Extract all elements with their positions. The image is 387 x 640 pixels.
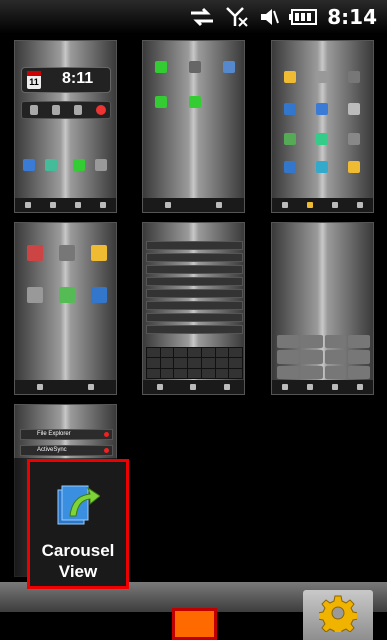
thumb-toolbar	[143, 198, 244, 212]
thumbnail-today-screen[interactable]: 11 8:11	[14, 40, 117, 213]
task-item-label: File Explorer	[37, 431, 71, 437]
status-bar: 8:14	[0, 0, 387, 34]
dialer-keypad	[277, 335, 370, 379]
quick-toggles	[21, 101, 111, 119]
carousel-view-button[interactable]: Carousel View	[27, 459, 129, 589]
thumbnail-app-grid[interactable]	[271, 40, 374, 213]
date-tile: 11	[27, 71, 41, 89]
calendar-grid	[146, 347, 243, 379]
clock-time: 8:14	[327, 5, 377, 29]
widget-time: 8:11	[62, 70, 94, 87]
clock-widget: 11 8:11	[21, 67, 111, 93]
thumb-toolbar	[272, 380, 373, 394]
carousel-view-icon	[56, 480, 101, 528]
thumb-toolbar	[143, 380, 244, 394]
sync-arrows-icon	[189, 6, 215, 28]
thumbnail-start-menu[interactable]	[14, 222, 117, 395]
thumbnail-phone-dialer[interactable]	[271, 222, 374, 395]
battery-icon	[289, 6, 318, 28]
task-item-label: ActiveSync	[37, 447, 67, 453]
carousel-label-line1: Carousel	[41, 541, 115, 560]
thumb-toolbar	[15, 198, 116, 212]
thumb-toolbar	[15, 380, 116, 394]
orange-marker[interactable]	[172, 608, 217, 640]
thumb-toolbar	[272, 198, 373, 212]
carousel-label-line2: View	[58, 562, 98, 581]
thumbnail-calendar[interactable]	[142, 222, 245, 395]
thumbnail-app-launcher[interactable]	[142, 40, 245, 213]
volume-mute-icon	[259, 6, 280, 28]
no-signal-icon	[225, 6, 249, 28]
settings-button[interactable]	[303, 590, 373, 640]
gear-icon	[317, 594, 359, 637]
